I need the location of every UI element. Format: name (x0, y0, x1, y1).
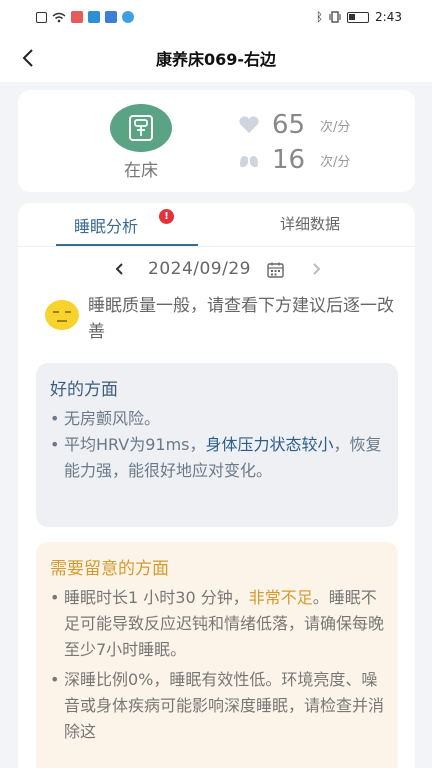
heart-icon (239, 116, 259, 133)
next-day-button[interactable] (306, 259, 326, 279)
list-item: • 睡眠时长1 小时30 分钟，非常不足。睡眠不足可能导致反应迟钝和情绪低落，请… (50, 585, 384, 663)
app-notification-icon (122, 11, 134, 23)
positive-aspects-title: 好的方面 (50, 380, 118, 400)
attention-aspects-box: 需要留意的方面 • 睡眠时长1 小时30 分钟，非常不足。睡眠不足可能导致反应迟… (36, 542, 398, 768)
bed-status-badge (110, 104, 172, 152)
status-icons-left (36, 11, 134, 23)
heart-rate-value: 65 (272, 110, 306, 140)
breath-rate-value: 16 (272, 145, 306, 175)
page-title: 康养床069-右边 (155, 50, 277, 69)
positive-aspects-box: 好的方面 • 无房颤风险。 • 平均HRV为91ms，身体压力状态较小，恢复能力强… (36, 363, 398, 527)
list-item-text-part: 睡眠时长1 小时30 分钟， (64, 588, 249, 607)
bed-status-card: 在床 65 次/分 16 次/分 (18, 90, 415, 192)
back-button[interactable] (16, 44, 44, 72)
chevron-right-icon (313, 263, 321, 275)
neutral-face-icon (45, 300, 79, 330)
app-notification-icon (71, 11, 83, 23)
bed-status-label: 在床 (124, 161, 158, 181)
attention-aspects-title: 需要留意的方面 (50, 559, 169, 579)
sleep-analysis-card: 睡眠分析 ! 详细数据 2024/09/29 睡眠质量一般，请查看下方建议后逐一… (18, 203, 415, 768)
list-item-text: 平均HRV为91ms，身体压力状态较小，恢复能力强，能很好地应对变化。 (64, 432, 384, 484)
bluetooth-icon: ᛒ (315, 10, 324, 24)
chevron-left-icon (22, 49, 33, 67)
list-item: • 深睡比例0%，睡眠有效性低。环境亮度、噪音或身体疾病可能影响深度睡眠，请检查并… (50, 667, 384, 745)
tab-sleep-analysis[interactable]: 睡眠分析 (74, 213, 138, 237)
breath-rate-unit: 次/分 (320, 154, 351, 170)
list-item-text-part: 平均HRV为91ms， (64, 435, 206, 454)
list-item-text: 睡眠时长1 小时30 分钟，非常不足。睡眠不足可能导致反应迟钝和情绪低落，请确保… (64, 585, 384, 663)
list-item-text: 无房颤风险。 (64, 409, 161, 428)
breath-rate-row: 16 次/分 (238, 145, 350, 175)
previous-day-button[interactable] (110, 259, 130, 279)
app-notification-icon (88, 11, 100, 23)
status-bar: ᛒ 2:43 (0, 0, 432, 34)
list-item-text: 深睡比例0%，睡眠有效性低。环境亮度、噪音或身体疾病可能影响深度睡眠，请检查并消… (64, 670, 385, 741)
nav-bar: 康养床069-右边 (0, 34, 432, 82)
tab-detail-data[interactable]: 详细数据 (280, 213, 340, 234)
heart-rate-row: 65 次/分 (238, 110, 350, 140)
lungs-icon (240, 153, 258, 168)
date-picker: 2024/09/29 (18, 259, 415, 281)
list-item: • 平均HRV为91ms，身体压力状态较小，恢复能力强，能很好地应对变化。 (50, 432, 384, 484)
summary-text: 睡眠质量一般，请查看下方建议后逐一改善 (88, 296, 394, 342)
current-date: 2024/09/29 (148, 259, 251, 279)
heart-rate-unit: 次/分 (320, 119, 351, 135)
wifi-icon (52, 12, 66, 22)
bed-sensor-icon (129, 115, 153, 141)
status-time: 2:43 (375, 10, 402, 24)
chevron-left-icon (115, 263, 123, 275)
status-icons-right: ᛒ 2:43 (316, 10, 402, 24)
alert-badge: ! (159, 209, 174, 224)
highlight-text: 非常不足 (248, 588, 313, 607)
app-notification-icon (105, 11, 117, 23)
list-item: • 无房颤风险。 (50, 406, 384, 432)
vibrate-icon (329, 11, 341, 23)
tab-indicator (56, 244, 198, 246)
calendar-icon[interactable] (267, 262, 284, 278)
tab-bar: 睡眠分析 ! 详细数据 (18, 203, 415, 247)
highlight-text: 身体压力状态较小 (205, 435, 334, 454)
sim-icon (36, 11, 47, 23)
battery-icon (347, 11, 370, 23)
